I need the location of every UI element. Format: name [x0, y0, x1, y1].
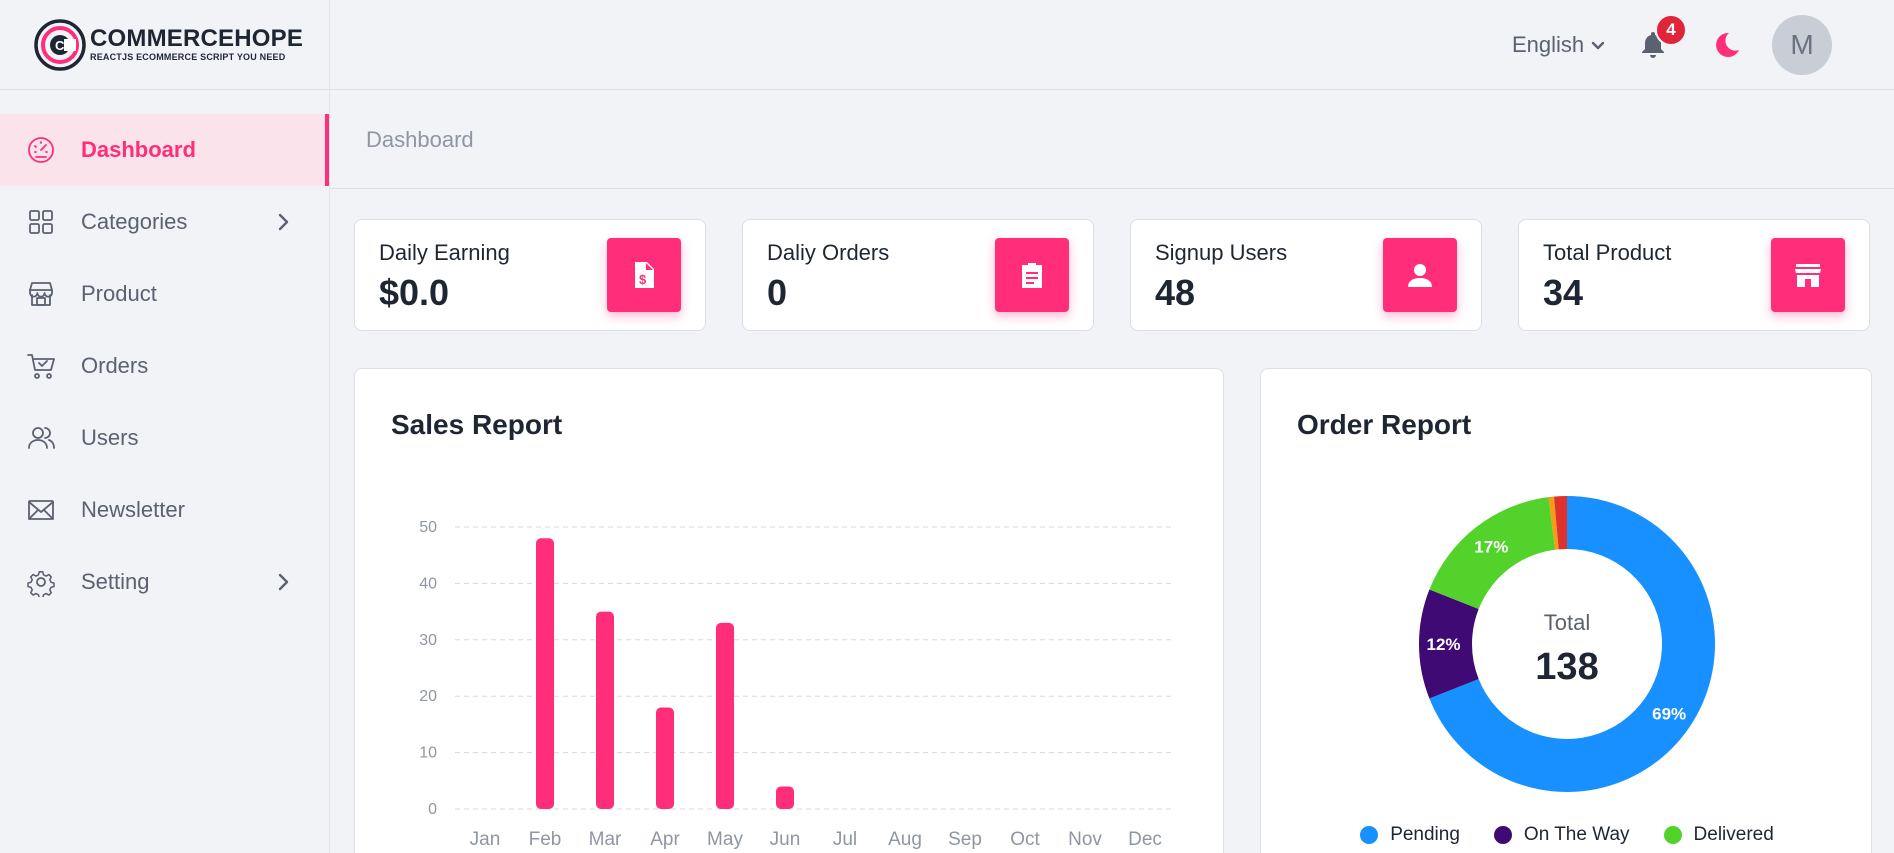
y-tick-label: 30 — [419, 632, 437, 649]
chevron-right-icon — [271, 210, 295, 234]
brand-name: COMMERCEHOPE — [90, 25, 304, 52]
stat-card-signup-users: Signup Users 48 — [1130, 219, 1482, 331]
x-tick-label: Nov — [1068, 829, 1102, 850]
stat-card-daily-earning: Daily Earning $0.0 $ — [354, 219, 706, 331]
x-tick-label: Jun — [770, 829, 801, 850]
sidebar-item-dashboard[interactable]: Dashboard — [0, 114, 329, 186]
x-tick-label: Dec — [1128, 829, 1162, 850]
x-tick-label: Oct — [1010, 829, 1040, 850]
legend-label: Pending — [1390, 824, 1460, 845]
slice-label: 12% — [1426, 635, 1460, 654]
stat-value: 34 — [1543, 272, 1584, 313]
mail-icon — [26, 495, 56, 525]
invoice-dollar-icon: $ — [607, 238, 681, 312]
sales-bar-chart: 0 10 20 30 40 50 Jan Feb Mar Apr May Jun Jul Aug Sep Oc… — [419, 519, 1175, 850]
x-tick-label: Mar — [589, 829, 622, 850]
y-tick-label: 50 — [419, 519, 437, 536]
bar[interactable] — [596, 611, 614, 809]
legend-item[interactable]: On The Way — [1493, 824, 1630, 846]
sidebar-item-label: Product — [81, 281, 157, 306]
x-tick-label: May — [707, 829, 743, 850]
clipboard-icon — [995, 238, 1069, 312]
sidebar-item-setting[interactable]: Setting — [0, 546, 329, 618]
sidebar-item-label: Users — [81, 425, 139, 450]
stat-label: Total Product — [1543, 240, 1672, 265]
y-tick-label: 20 — [419, 688, 437, 705]
language-selector[interactable]: English — [1512, 32, 1606, 58]
y-tick-label: 10 — [419, 745, 437, 762]
chevron-right-icon — [271, 570, 295, 594]
stat-value: 0 — [767, 272, 788, 313]
sidebar-item-product[interactable]: Product — [0, 258, 329, 330]
stat-label: Daily Earning — [379, 240, 510, 265]
sidebar-item-label: Newsletter — [81, 497, 185, 522]
stat-label: Daliy Orders — [767, 240, 890, 265]
bar[interactable] — [536, 538, 554, 809]
slice-label: 17% — [1474, 537, 1508, 556]
donut-center-label: Total — [1544, 610, 1590, 635]
x-tick-label: Jan — [470, 829, 501, 850]
sidebar-item-label: Setting — [81, 569, 150, 594]
sidebar-item-categories[interactable]: Categories — [0, 186, 329, 258]
sidebar-item-label: Orders — [81, 353, 149, 378]
legend-label: Delivered — [1693, 824, 1774, 845]
user-avatar[interactable]: M — [1772, 15, 1832, 75]
moon-icon — [1716, 32, 1739, 57]
breadcrumb-current: Dashboard — [366, 127, 474, 152]
legend-swatch — [1663, 826, 1682, 844]
brand-logo[interactable]: C COMMERCEHOPE REACTJS ECOMMERCE SCRIPT … — [0, 0, 329, 90]
breadcrumb: Dashboard — [330, 91, 1894, 189]
grid-icon — [26, 207, 56, 237]
legend-label: On The Way — [1523, 824, 1630, 845]
svg-text:$: $ — [639, 272, 647, 287]
sidebar-item-newsletter[interactable]: Newsletter — [0, 474, 329, 546]
stat-label: Signup Users — [1155, 240, 1288, 265]
slice-label: 69% — [1652, 704, 1686, 723]
x-tick-label: Sep — [948, 829, 982, 850]
x-tick-label: Feb — [529, 829, 562, 850]
y-tick-label: 40 — [419, 575, 437, 592]
order-report-legend: Pending On The Way Delivered — [1261, 824, 1873, 846]
bar[interactable] — [776, 786, 794, 809]
theme-toggle-button[interactable] — [1712, 30, 1742, 60]
speedometer-icon — [26, 135, 56, 165]
sidebar-item-users[interactable]: Users — [0, 402, 329, 474]
donut-center-value: 138 — [1535, 646, 1598, 688]
sidebar-nav: Dashboard Categories Product Orders User… — [0, 114, 329, 618]
y-tick-label: 0 — [428, 801, 437, 818]
gear-icon — [26, 567, 56, 597]
sidebar: C COMMERCEHOPE REACTJS ECOMMERCE SCRIPT … — [0, 0, 330, 853]
x-tick-label: Aug — [888, 829, 922, 850]
cart-icon — [26, 351, 56, 381]
commercehope-logo-icon: C — [34, 18, 86, 71]
store-icon — [26, 279, 56, 309]
top-bar: English 4 M — [330, 0, 1894, 90]
legend-item[interactable]: Pending — [1360, 824, 1460, 846]
legend-swatch — [1360, 826, 1379, 844]
users-icon — [26, 423, 56, 453]
order-donut-chart: 69% 12% 17% Total 138 — [1419, 496, 1715, 792]
language-label: English — [1512, 32, 1585, 57]
order-report-card: Order Report 69% 12% 17% Total 138 Pending On… — [1260, 368, 1872, 853]
stat-value: $0.0 — [379, 272, 450, 313]
x-tick-label: Jul — [833, 829, 857, 850]
legend-swatch — [1493, 826, 1512, 844]
sidebar-item-label: Dashboard — [81, 137, 196, 162]
x-tick-label: Apr — [650, 829, 680, 850]
user-icon — [1383, 238, 1457, 312]
stat-card-total-product: Total Product 34 — [1518, 219, 1870, 331]
notification-count-badge: 4 — [1655, 14, 1687, 46]
svg-text:C: C — [55, 38, 65, 53]
stat-value: 48 — [1155, 272, 1196, 313]
sidebar-item-orders[interactable]: Orders — [0, 330, 329, 402]
sidebar-item-label: Categories — [81, 209, 188, 234]
chevron-down-icon — [1591, 41, 1605, 50]
bar[interactable] — [716, 622, 734, 809]
sales-report-card: Sales Report 0 10 20 30 40 50 Jan Feb Mar Apr May J… — [354, 368, 1224, 853]
bar[interactable] — [656, 707, 674, 809]
legend-item[interactable]: Delivered — [1663, 824, 1774, 846]
shop-icon — [1771, 238, 1845, 312]
brand-tagline: REACTJS ECOMMERCE SCRIPT YOU NEED — [90, 52, 286, 62]
stat-card-daily-orders: Daliy Orders 0 — [742, 219, 1094, 331]
